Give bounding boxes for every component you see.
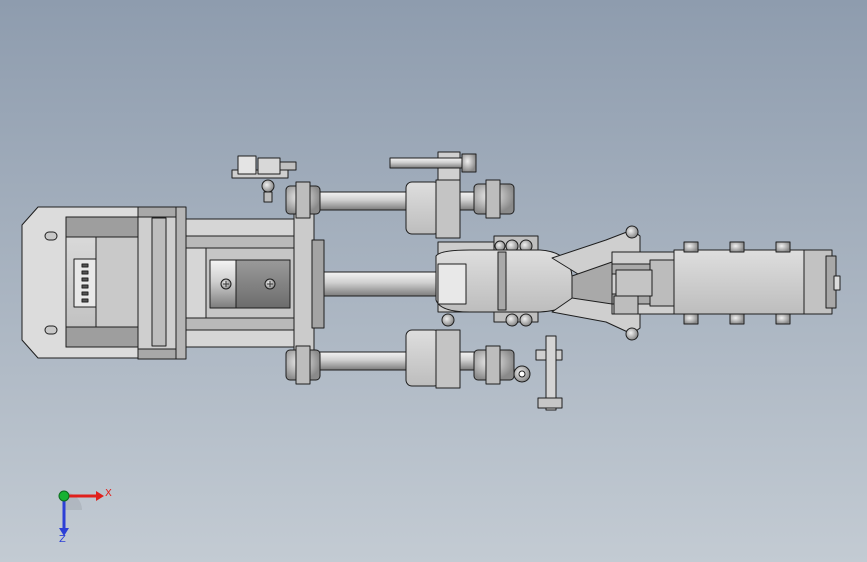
lead-screw [323,271,443,297]
shaft-coupling [209,259,291,309]
z-axis-label: Z [59,534,66,544]
y-axis-origin [58,490,70,502]
top-bolt [389,153,477,173]
x-axis-arrowhead [96,491,104,501]
x-axis-label: X [105,488,112,499]
robot-gripper-assembly-model[interactable] [0,0,867,562]
stepper-motor [21,206,187,360]
cad-viewport[interactable]: X Z [0,0,867,562]
lower-guide-rod [285,329,515,389]
finger-body [611,241,841,325]
view-orientation-triad: X Z [58,488,112,544]
limit-switch-bottom [513,335,563,411]
